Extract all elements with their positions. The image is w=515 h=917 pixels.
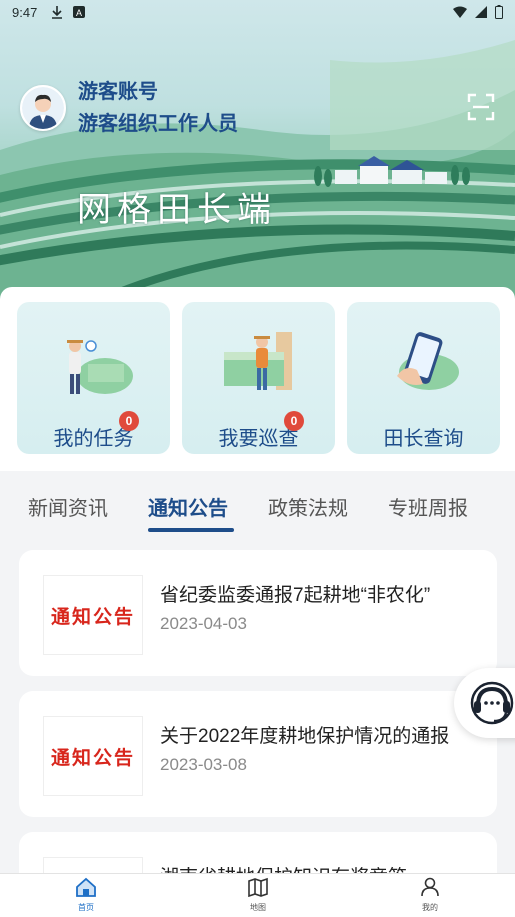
headset-support-icon (470, 681, 514, 725)
tianzhang-query-card[interactable]: 田长查询 (347, 302, 500, 454)
user-profile[interactable]: 游客账号 游客组织工作人员 (20, 78, 238, 138)
avatar[interactable] (20, 85, 66, 131)
wifi-icon (453, 6, 467, 18)
map-icon (248, 877, 268, 898)
svg-text:A: A (76, 8, 82, 18)
patrol-card[interactable]: 我要巡查 0 (182, 302, 335, 454)
battery-icon (495, 5, 503, 19)
home-icon (76, 877, 96, 897)
tianzhang-query-label: 田长查询 (383, 428, 464, 450)
download-icon (52, 6, 63, 19)
nav-profile-label: 我的 (422, 903, 438, 912)
scan-button[interactable] (467, 93, 495, 121)
cellular-signal-icon (475, 6, 487, 18)
my-tasks-card[interactable]: 我的任务 0 (17, 302, 170, 454)
notice-date: 2023-03-08 (160, 755, 247, 774)
notice-item[interactable]: 通知公告 省纪委监委通报7起耕地“非农化” 2023-04-03 (19, 550, 497, 676)
notice-item[interactable]: 通知公告 关于2022年度耕地保护情况的通报 2023-03-08 (19, 691, 497, 817)
patrol-label: 我要巡查 (218, 428, 299, 450)
my-tasks-label: 我的任务 (53, 428, 134, 450)
tab-notices[interactable]: 通知公告 (148, 492, 228, 521)
nav-map[interactable]: 地图 (228, 877, 288, 913)
rice-terrace-illustration (0, 40, 515, 300)
user-icon (421, 877, 439, 897)
user-avatar-icon (22, 87, 64, 129)
tab-news[interactable]: 新闻资讯 (28, 492, 108, 521)
notice-thumbnail: 通知公告 (43, 716, 143, 796)
farmer-task-icon (67, 340, 133, 394)
account-role: 游客组织工作人员 (78, 113, 238, 135)
status-time: 9:47 (12, 4, 38, 20)
nav-home[interactable]: 首页 (56, 877, 116, 913)
notification-a-icon: A (73, 6, 86, 18)
patrol-badge: 0 (284, 411, 304, 431)
app-title: 网格田长端 (77, 191, 277, 229)
notice-date: 2023-04-03 (160, 614, 247, 633)
nav-profile[interactable]: 我的 (400, 877, 460, 913)
header-banner: 9:47 A 游客账号 游客组织工作人员 网格田长端 (0, 0, 515, 300)
active-tab-indicator (148, 528, 234, 532)
scan-icon (467, 93, 495, 121)
customer-service-button[interactable] (454, 668, 515, 738)
nav-home-label: 首页 (78, 903, 94, 912)
farmer-patrol-icon (224, 332, 292, 390)
nav-map-label: 地图 (250, 903, 266, 912)
notice-title: 省纪委监委通报7起耕地“非农化” (160, 585, 431, 606)
phone-query-icon (397, 332, 459, 390)
tab-weekly-report[interactable]: 专班周报 (388, 492, 468, 521)
status-bar: 9:47 A (0, 0, 515, 24)
tab-policies[interactable]: 政策法规 (268, 492, 348, 521)
my-tasks-badge: 0 (119, 411, 139, 431)
category-tabs: 新闻资讯 通知公告 政策法规 专班周报 (0, 478, 515, 538)
notice-title: 关于2022年度耕地保护情况的通报 (160, 726, 450, 747)
notice-thumbnail: 通知公告 (43, 575, 143, 655)
bottom-navigation: 首页 地图 我的 (0, 873, 515, 917)
quick-actions-panel: 我的任务 0 我要巡查 0 田长查询 (0, 287, 515, 471)
account-name: 游客账号 (78, 81, 158, 103)
